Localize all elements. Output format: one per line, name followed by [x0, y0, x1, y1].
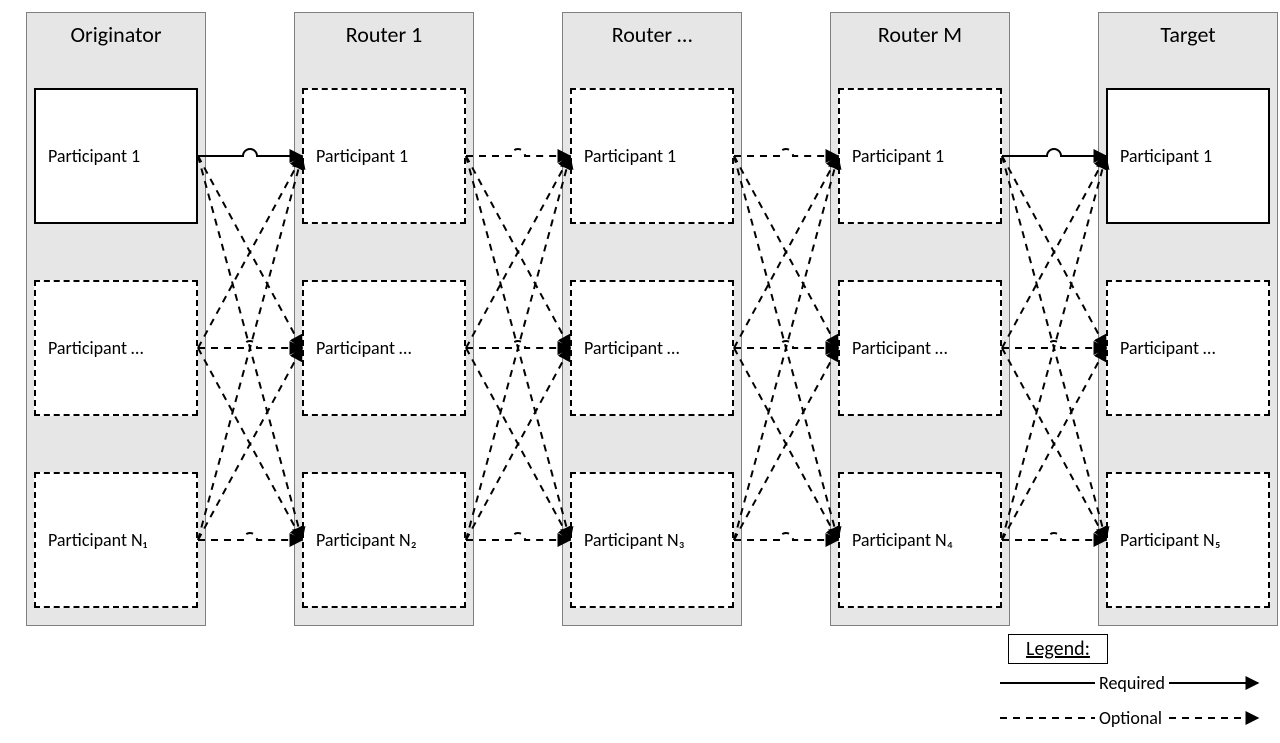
edge-optional	[198, 348, 302, 540]
column-title: Target	[1099, 21, 1277, 48]
participant-box: Participant …	[838, 280, 1002, 416]
edge-optional	[734, 533, 838, 540]
edge-optional	[1002, 156, 1106, 348]
edge-optional	[198, 341, 302, 348]
participant-label: Participant N₅	[1120, 529, 1221, 551]
participant-box: Participant 1	[838, 88, 1002, 224]
edge-optional	[466, 156, 570, 540]
legend-title: Legend:	[1026, 637, 1090, 661]
participant-label: Participant N₁	[48, 529, 147, 551]
edge-optional	[734, 156, 838, 348]
edge-optional	[734, 341, 838, 348]
participant-label: Participant …	[48, 337, 143, 359]
participant-label: Participant 1	[584, 145, 676, 167]
column-title: Router …	[563, 21, 741, 48]
edge-optional	[466, 156, 570, 540]
participant-box: Participant N₃	[570, 472, 734, 608]
legend-title-box: Legend:	[1008, 634, 1108, 664]
edge-optional	[466, 348, 570, 540]
edge-optional	[198, 156, 302, 540]
edge-required	[198, 149, 302, 156]
edge-optional	[1002, 156, 1106, 540]
column-title: Router M	[831, 21, 1009, 48]
participant-box: Participant 1	[302, 88, 466, 224]
edge-optional	[198, 156, 302, 348]
edge-optional	[1002, 533, 1106, 540]
edge-optional	[466, 348, 570, 540]
legend-required-label: Required	[1095, 672, 1169, 694]
participant-label: Participant …	[316, 337, 411, 359]
participant-label: Participant …	[1120, 337, 1215, 359]
edge-optional	[198, 533, 302, 540]
participant-label: Participant N₄	[852, 529, 953, 551]
participant-box: Participant N₁	[34, 472, 198, 608]
edge-optional	[734, 348, 838, 540]
edge-optional	[198, 156, 302, 348]
participant-label: Participant 1	[1120, 145, 1212, 167]
participant-box: Participant 1	[34, 88, 198, 224]
participant-label: Participant …	[852, 337, 947, 359]
column-title: Originator	[27, 21, 205, 48]
edge-optional	[466, 156, 570, 348]
edge-required	[1002, 149, 1106, 156]
edge-optional	[466, 533, 570, 540]
participant-box: Participant …	[1106, 280, 1270, 416]
edge-optional	[1002, 341, 1106, 348]
edge-optional	[734, 156, 838, 348]
diagram-canvas: Originator Participant 1 Participant … Part…	[0, 0, 1280, 743]
edge-optional	[734, 149, 838, 156]
edge-optional	[1002, 348, 1106, 540]
edge-optional	[198, 156, 302, 540]
participant-label: Participant 1	[48, 145, 140, 167]
participant-box: Participant N₂	[302, 472, 466, 608]
legend-optional-label: Optional	[1095, 707, 1166, 729]
participant-label: Participant N₃	[584, 529, 685, 551]
edge-optional	[466, 156, 570, 348]
edge-optional	[198, 348, 302, 540]
edge-optional	[734, 156, 838, 540]
edge-optional	[1002, 348, 1106, 540]
participant-box: Participant …	[34, 280, 198, 416]
participant-box: Participant 1	[570, 88, 734, 224]
participant-box: Participant N₄	[838, 472, 1002, 608]
participant-box: Participant …	[570, 280, 734, 416]
edge-optional	[466, 341, 570, 348]
edge-optional	[1002, 156, 1106, 348]
participant-label: Participant 1	[316, 145, 408, 167]
edge-optional	[1002, 156, 1106, 540]
edge-optional	[734, 348, 838, 540]
participant-box: Participant 1	[1106, 88, 1270, 224]
participant-label: Participant N₂	[316, 529, 417, 551]
participant-label: Participant …	[584, 337, 679, 359]
participant-box: Participant N₅	[1106, 472, 1270, 608]
participant-box: Participant …	[302, 280, 466, 416]
edge-optional	[734, 156, 838, 540]
edge-optional	[466, 149, 570, 156]
participant-label: Participant 1	[852, 145, 944, 167]
column-title: Router 1	[295, 21, 473, 48]
